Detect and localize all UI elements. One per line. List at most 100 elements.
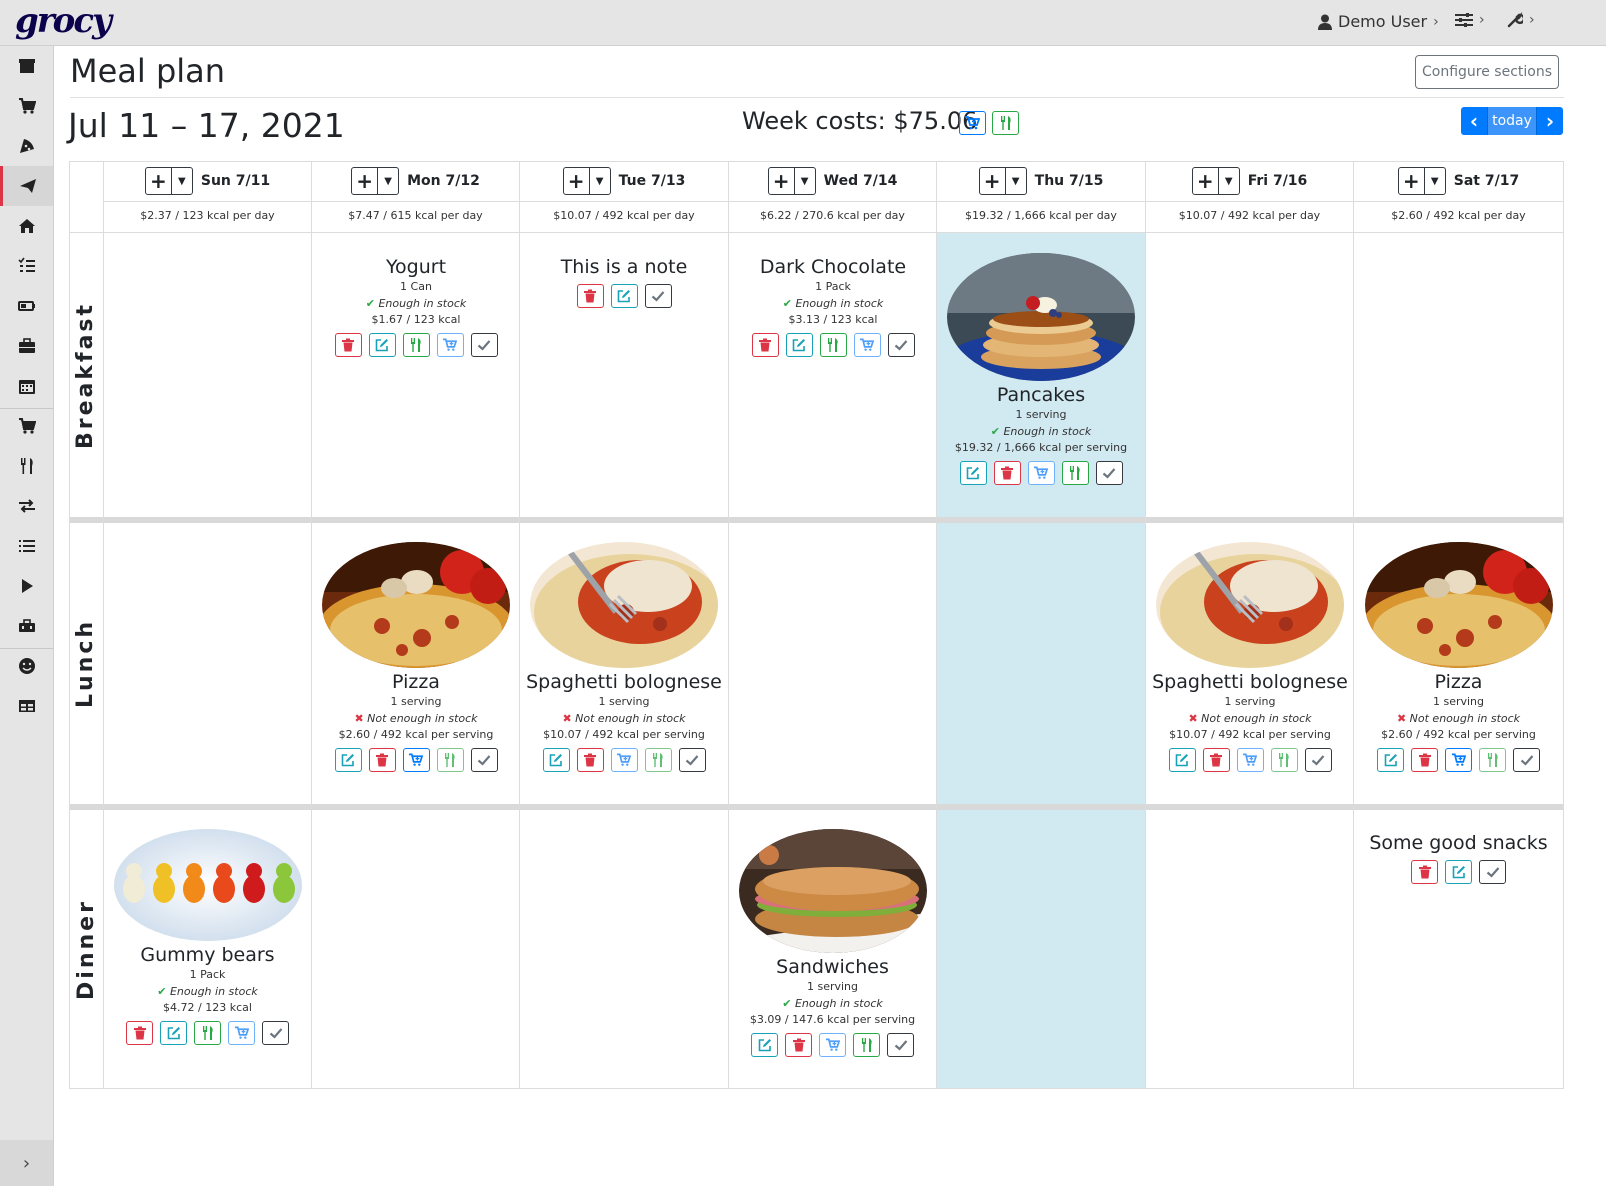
add-meal-button[interactable]: + (769, 168, 795, 194)
sidebar-item-purchase[interactable] (0, 406, 53, 446)
sidebar-item-consume[interactable] (0, 446, 53, 486)
consume-button[interactable] (1270, 748, 1298, 772)
edit-button[interactable] (334, 748, 362, 772)
sidebar-item-equipment[interactable] (0, 326, 53, 366)
consume-button[interactable] (1061, 461, 1089, 485)
sidebar-item-batteries[interactable] (0, 286, 53, 326)
next-week-button[interactable]: › (1537, 107, 1563, 135)
settings-menu[interactable]: › (1455, 12, 1485, 28)
sidebar-item-userentity[interactable] (0, 646, 53, 686)
recipe-photo-sandwiches[interactable] (738, 829, 927, 953)
mark-done-button[interactable] (1095, 461, 1123, 485)
add-meal-button[interactable]: + (980, 168, 1006, 194)
sidebar-item-chores[interactable] (0, 206, 53, 246)
add-meal-dropdown-toggle[interactable]: ▼ (795, 168, 815, 194)
recipe-photo-spaghetti[interactable] (530, 542, 718, 668)
add-to-shopping-list-button[interactable] (1445, 748, 1472, 772)
delete-button[interactable] (576, 284, 604, 308)
edit-button[interactable] (751, 1033, 778, 1057)
delete-button[interactable] (785, 1033, 812, 1057)
sidebar-item-chore-tracking[interactable] (0, 566, 53, 606)
today-button[interactable]: today (1487, 107, 1537, 135)
recipe-photo-pizza[interactable] (1364, 542, 1553, 668)
sidebar-item-battery-tracking[interactable] (0, 606, 53, 646)
add-meal-dropdown-toggle[interactable]: ▼ (1425, 168, 1445, 194)
grocy-logo[interactable]: grocy (15, 1, 112, 41)
add-meal-button[interactable]: + (352, 168, 379, 194)
edit-button[interactable] (1168, 748, 1196, 772)
add-meal-dropdown-toggle[interactable]: ▼ (378, 168, 398, 194)
product-photo-gummy-bears[interactable] (113, 829, 302, 941)
consume-button[interactable] (853, 1033, 880, 1057)
mark-done-button[interactable] (1479, 860, 1506, 884)
edit-button[interactable] (542, 748, 570, 772)
consume-button[interactable] (436, 748, 464, 772)
mark-done-button[interactable] (1304, 748, 1332, 772)
mark-done-button[interactable] (887, 333, 915, 357)
add-to-shopping-list-button[interactable] (819, 1033, 846, 1057)
sidebar-item-transfer[interactable] (0, 486, 53, 526)
recipe-photo-pancakes[interactable] (947, 253, 1135, 381)
delete-button[interactable] (126, 1021, 153, 1045)
add-to-shopping-list-button[interactable] (1027, 461, 1055, 485)
sidebar-item-recipes[interactable] (0, 126, 53, 166)
delete-button[interactable] (1411, 860, 1438, 884)
add-meal-dropdown-toggle[interactable]: ▼ (172, 168, 192, 194)
edit-button[interactable] (368, 333, 396, 357)
recipe-photo-spaghetti[interactable] (1156, 542, 1344, 668)
sidebar-item-shopping-list[interactable] (0, 86, 53, 126)
delete-button[interactable] (1202, 748, 1230, 772)
delete-button[interactable] (751, 333, 779, 357)
add-meal-button[interactable]: + (146, 168, 172, 194)
consume-button[interactable] (819, 333, 847, 357)
add-meal-dropdown-toggle[interactable]: ▼ (590, 168, 610, 194)
consume-button[interactable] (402, 333, 430, 357)
sidebar-item-master-data[interactable] (0, 686, 53, 726)
edit-button[interactable] (959, 461, 987, 485)
recipe-photo-pizza[interactable] (322, 542, 510, 668)
add-to-shopping-list-button[interactable] (228, 1021, 255, 1045)
mark-done-button[interactable] (470, 333, 498, 357)
sidebar-item-meal-plan[interactable] (0, 166, 53, 206)
edit-button[interactable] (160, 1021, 187, 1045)
consume-button[interactable] (194, 1021, 221, 1045)
add-to-shopping-list-button[interactable] (1236, 748, 1264, 772)
add-meal-dropdown-toggle[interactable]: ▼ (1219, 168, 1239, 194)
tools-menu[interactable]: › (1507, 12, 1535, 28)
week-add-to-shopping-list-button[interactable] (959, 111, 986, 135)
edit-button[interactable] (1445, 860, 1472, 884)
sidebar-expand-button[interactable]: › (0, 1140, 53, 1186)
add-meal-dropdown-toggle[interactable]: ▼ (1006, 168, 1026, 194)
mark-done-button[interactable] (887, 1033, 914, 1057)
sidebar-item-stock-overview[interactable] (0, 46, 53, 86)
add-to-shopping-list-button[interactable] (853, 333, 881, 357)
edit-button[interactable] (1377, 748, 1404, 772)
edit-button[interactable] (785, 333, 813, 357)
add-meal-button[interactable]: + (564, 168, 590, 194)
delete-button[interactable] (576, 748, 604, 772)
mark-done-button[interactable] (262, 1021, 289, 1045)
previous-week-button[interactable]: ‹ (1461, 107, 1487, 135)
sidebar-item-inventory[interactable] (0, 526, 53, 566)
edit-button[interactable] (610, 284, 638, 308)
sidebar-item-calendar[interactable] (0, 366, 53, 406)
configure-sections-button[interactable]: Configure sections (1415, 55, 1559, 89)
delete-button[interactable] (334, 333, 362, 357)
delete-button[interactable] (993, 461, 1021, 485)
add-meal-button[interactable]: + (1193, 168, 1219, 194)
mark-done-button[interactable] (644, 284, 672, 308)
mark-done-button[interactable] (678, 748, 706, 772)
add-meal-button[interactable]: + (1399, 168, 1425, 194)
delete-button[interactable] (368, 748, 396, 772)
delete-button[interactable] (1411, 748, 1438, 772)
mark-done-button[interactable] (470, 748, 498, 772)
consume-button[interactable] (644, 748, 672, 772)
add-to-shopping-list-button[interactable] (610, 748, 638, 772)
add-to-shopping-list-button[interactable] (402, 748, 430, 772)
add-to-shopping-list-button[interactable] (436, 333, 464, 357)
week-consume-button[interactable] (992, 111, 1019, 135)
consume-button[interactable] (1479, 748, 1506, 772)
mark-done-button[interactable] (1513, 748, 1540, 772)
sidebar-item-tasks[interactable] (0, 246, 53, 286)
user-menu[interactable]: Demo User › (1318, 12, 1439, 31)
